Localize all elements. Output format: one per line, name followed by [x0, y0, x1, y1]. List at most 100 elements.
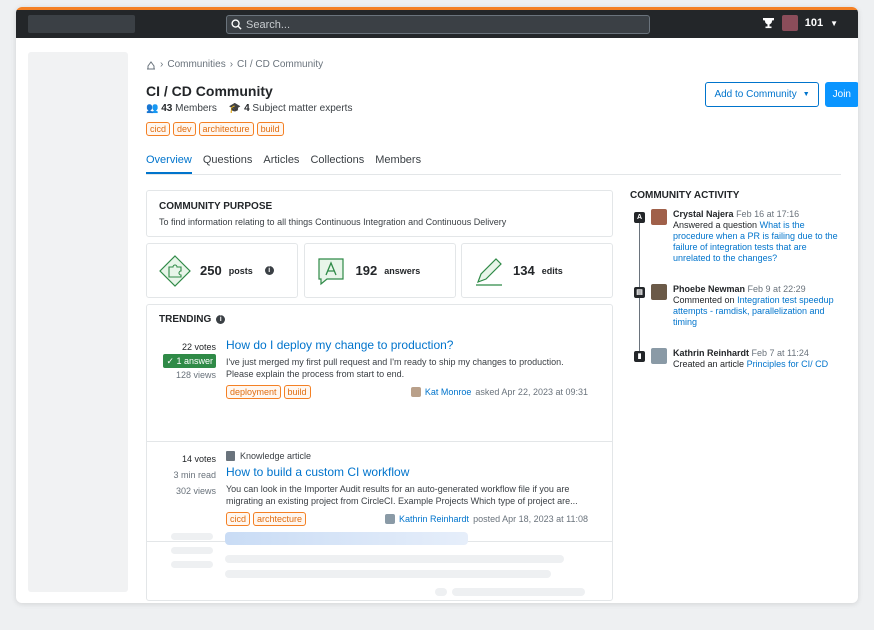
article-type: Knowledge article	[226, 451, 588, 461]
answer-icon: A	[634, 212, 645, 223]
tag[interactable]: cicd	[146, 122, 171, 136]
list-item: 22 votes ✓ 1 answer 128 views How do I d…	[147, 334, 612, 442]
experts-stat[interactable]: 🎓 4 Subject matter experts	[229, 103, 353, 114]
activity-item: A Crystal Najera Feb 16 at 17:16 Answere…	[630, 209, 850, 264]
skeleton-line	[171, 561, 213, 568]
activity-user[interactable]: Phoebe Newman	[673, 284, 745, 294]
activity-time: Feb 7 at 11:24	[751, 348, 809, 358]
info-icon[interactable]: i	[216, 315, 226, 324]
trending-card: TRENDING i 22 votes ✓ 1 answer 128 views…	[146, 304, 613, 601]
avatar[interactable]	[410, 387, 421, 397]
breadcrumb: › Communities › CI / CD Community	[146, 59, 846, 70]
author-info: Kat Monroe asked Apr 22, 2023 at 09:31	[410, 387, 588, 397]
activity-text: Kathrin Reinhardt Feb 7 at 11:24 Created…	[673, 348, 843, 370]
skeleton-line	[225, 570, 551, 578]
graduation-cap-icon: 🎓	[228, 103, 242, 114]
activity-text: Phoebe Newman Feb 9 at 22:29 Commented o…	[673, 284, 843, 328]
tag[interactable]: deployment	[226, 385, 281, 399]
posts-count: 250	[200, 263, 222, 278]
article-body: Knowledge article How to build a custom …	[226, 451, 588, 526]
skeleton-line	[435, 588, 447, 596]
answers-stat-card: 192 answers	[303, 243, 456, 298]
activity-user[interactable]: Crystal Najera	[673, 209, 734, 219]
experts-label: Subject matter experts	[252, 103, 353, 114]
activity-user[interactable]: Kathrin Reinhardt	[673, 348, 749, 358]
posts-label: posts	[228, 265, 253, 276]
author-name-link[interactable]: Kat Monroe	[425, 387, 472, 397]
tab-overview[interactable]: Overview	[146, 154, 192, 174]
breadcrumb-separator: ›	[160, 59, 164, 70]
view-count: 128 views	[175, 370, 216, 380]
tab-members[interactable]: Members	[375, 154, 421, 174]
activity-action: Commented on	[673, 295, 735, 305]
breadcrumb-communities[interactable]: Communities	[167, 59, 225, 70]
activity-action: Created an article	[673, 359, 745, 369]
home-icon[interactable]	[146, 60, 156, 70]
activity-list: A Crystal Najera Feb 16 at 17:16 Answere…	[630, 209, 850, 370]
trophy-icon[interactable]	[762, 17, 775, 29]
search-placeholder: Search...	[246, 18, 291, 31]
activity-item: ▮ Kathrin Reinhardt Feb 7 at 11:24 Creat…	[630, 348, 850, 370]
activity-time: Feb 9 at 22:29	[747, 284, 806, 294]
add-to-community-label: Add to Community	[714, 89, 797, 100]
chevron-down-icon: ▼	[802, 91, 810, 98]
main-content: › Communities › CI / CD Community CI / C…	[146, 38, 858, 601]
user-menu[interactable]: 101 ▼	[762, 15, 838, 31]
question-title-link[interactable]: How do I deploy my change to production?	[226, 338, 588, 352]
avatar[interactable]	[651, 209, 667, 225]
members-stat[interactable]: 👥 43 Members	[146, 103, 217, 114]
tab-collections[interactable]: Collections	[310, 154, 364, 174]
breadcrumb-separator: ›	[229, 59, 234, 70]
puzzle-icon	[159, 254, 191, 287]
activity-link[interactable]: Principles for CI/ CD	[747, 359, 829, 369]
members-icon: 👥	[146, 103, 159, 114]
chevron-down-icon[interactable]: ▼	[830, 19, 838, 28]
app-window: Search... 101 ▼ › Communities › CI / CD …	[16, 7, 858, 603]
tag[interactable]: build	[256, 122, 284, 136]
stats-row: 250 posts i 192 answers 134 edits	[146, 243, 613, 298]
left-sidebar-placeholder	[28, 52, 128, 592]
article-type-label: Knowledge article	[240, 451, 312, 461]
breadcrumb-current: CI / CD Community	[237, 59, 324, 70]
answer-count-badge: ✓ 1 answer	[163, 354, 216, 368]
search-icon	[231, 19, 242, 30]
question-footer: deployment build Kat Monroe asked Apr 22…	[226, 385, 588, 399]
info-icon[interactable]: i	[264, 266, 274, 275]
article-stats: 14 votes 3 min read 302 views	[159, 452, 216, 498]
purpose-text: To find information relating to all thin…	[159, 217, 507, 227]
vote-count: 14 votes	[181, 454, 216, 464]
article-icon	[226, 451, 235, 461]
question-stats: 22 votes ✓ 1 answer 128 views	[159, 340, 216, 382]
activity-text: Crystal Najera Feb 16 at 17:16 Answered …	[673, 209, 843, 264]
community-purpose-card: COMMUNITY PURPOSE To find information re…	[146, 190, 613, 237]
edits-count: 134	[513, 263, 535, 278]
article-icon: ▮	[634, 351, 645, 362]
reputation-count: 101	[804, 17, 824, 29]
avatar[interactable]	[651, 284, 667, 300]
members-label: Members	[175, 103, 217, 114]
pencil-icon	[476, 257, 502, 286]
avatar[interactable]	[651, 348, 667, 364]
article-title-link[interactable]: How to build a custom CI workflow	[226, 465, 588, 479]
user-avatar[interactable]	[781, 15, 798, 31]
edits-label: edits	[541, 265, 563, 276]
posts-stat-card: 250 posts i	[146, 243, 298, 298]
activity-time: Feb 16 at 17:16	[736, 209, 800, 219]
skeleton-line	[171, 547, 213, 554]
tag[interactable]: architecture	[198, 122, 254, 136]
search-input[interactable]: Search...	[226, 15, 650, 34]
trending-title: TRENDING	[159, 314, 212, 325]
experts-count: 4	[244, 103, 250, 114]
join-button[interactable]: Join	[824, 82, 858, 107]
tag[interactable]: build	[283, 385, 311, 399]
logo-placeholder[interactable]	[28, 15, 135, 33]
view-count: 302 views	[175, 486, 216, 496]
activity-item: ▤ Phoebe Newman Feb 9 at 22:29 Commented…	[630, 284, 850, 328]
vote-count: 22 votes	[181, 342, 216, 352]
community-activity: COMMUNITY ACTIVITY A Crystal Najera Feb …	[630, 190, 850, 382]
tab-questions[interactable]: Questions	[203, 154, 253, 174]
tag[interactable]: dev	[173, 122, 196, 136]
add-to-community-button[interactable]: Add to Community ▼	[705, 82, 819, 107]
tab-articles[interactable]: Articles	[263, 154, 299, 174]
question-tags: deployment build	[226, 385, 311, 399]
